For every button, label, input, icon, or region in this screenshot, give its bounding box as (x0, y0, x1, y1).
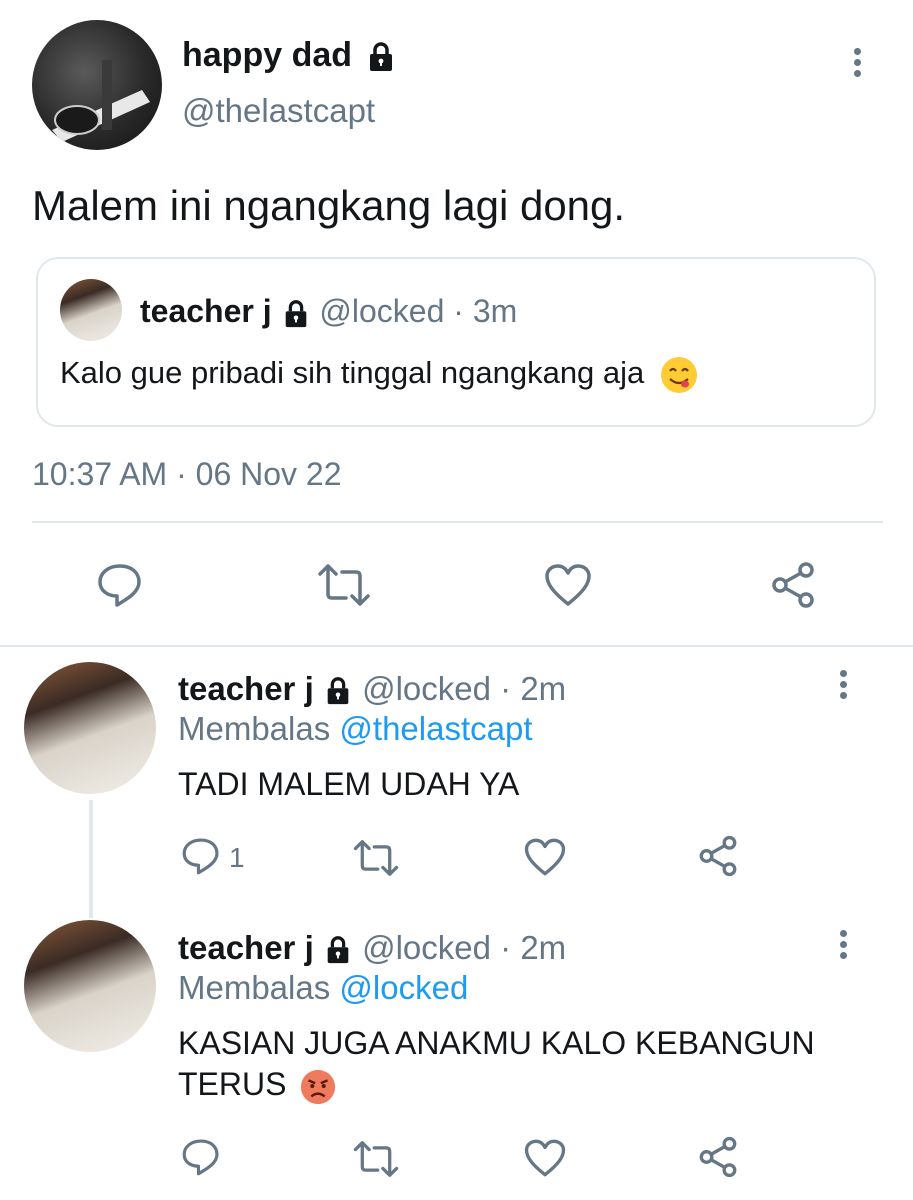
reply-avatar[interactable] (24, 920, 156, 1052)
heart-icon[interactable] (543, 562, 593, 608)
reply-display-name[interactable]: teacher j (178, 670, 314, 707)
reply-user-row: teacher j @locked · 2m (178, 929, 566, 967)
retweet-icon[interactable] (316, 562, 372, 608)
replying-to-link[interactable]: @thelastcapt (339, 710, 532, 747)
yum-emoji-icon (659, 355, 699, 395)
reply-text-line-1: KASIAN JUGA ANAKMU KALO KEBANGUN (178, 1025, 815, 1061)
lock-icon (323, 935, 353, 965)
quoted-time: · 3m (453, 293, 518, 329)
quoted-user-row: teacher j @locked · 3m (140, 293, 517, 330)
more-vertical-icon[interactable] (840, 670, 847, 703)
replying-to-link[interactable]: @locked (339, 969, 468, 1006)
reply-count: 1 (229, 842, 245, 873)
main-handle[interactable]: @thelastcapt (182, 92, 375, 130)
main-user-row: happy dad (182, 36, 397, 75)
replying-prefix: Membalas (178, 969, 331, 1006)
quoted-text-row: Kalo gue pribadi sih tinggal ngangkang a… (60, 355, 699, 395)
replying-to-row: Membalas @locked (178, 969, 468, 1007)
share-icon[interactable] (696, 1135, 740, 1179)
reply-handle[interactable]: @locked (362, 670, 491, 707)
reply-time: · 2m (500, 929, 567, 966)
more-vertical-icon[interactable] (854, 48, 861, 81)
retweet-icon[interactable] (352, 1139, 400, 1179)
quoted-handle: @locked (319, 293, 445, 329)
replying-prefix: Membalas (178, 710, 331, 747)
reply-bubble-icon[interactable] (180, 835, 222, 877)
reply-text-line-2: TERUS (178, 1066, 287, 1102)
divider (0, 645, 913, 647)
reply-user-row: teacher j @locked · 2m (178, 670, 566, 708)
retweet-icon[interactable] (352, 838, 400, 878)
heart-icon[interactable] (523, 1137, 567, 1179)
main-timestamp: 10:37 AM · 06 Nov 22 (32, 456, 342, 492)
lock-icon (365, 41, 397, 73)
main-display-name[interactable]: happy dad (182, 36, 352, 74)
quoted-text: Kalo gue pribadi sih tinggal ngangkang a… (60, 355, 645, 391)
thread-line (89, 800, 93, 918)
divider (32, 521, 883, 523)
guitar-image (52, 60, 150, 142)
quoted-display-name: teacher j (140, 293, 272, 329)
reply-handle[interactable]: @locked (362, 929, 491, 966)
reply-bubble-icon[interactable] (180, 1136, 222, 1178)
lock-icon (281, 299, 311, 329)
main-avatar[interactable] (32, 20, 162, 150)
reply-display-name[interactable]: teacher j (178, 929, 314, 966)
share-icon[interactable] (768, 560, 818, 610)
lock-icon (323, 676, 353, 706)
heart-icon[interactable] (523, 836, 567, 878)
angry-face-emoji-icon (299, 1068, 337, 1106)
more-vertical-icon[interactable] (840, 930, 847, 963)
reply-time: · 2m (500, 670, 567, 707)
share-icon[interactable] (696, 834, 740, 878)
quoted-avatar[interactable] (60, 279, 122, 341)
reply-bubble-icon[interactable] (95, 560, 145, 610)
replying-to-row: Membalas @thelastcapt (178, 710, 533, 748)
reply-avatar[interactable] (24, 662, 156, 794)
reply-text: TADI MALEM UDAH YA (178, 766, 520, 802)
reply-text-line-2-row: TERUS (178, 1066, 337, 1106)
quoted-tweet-card[interactable]: teacher j @locked · 3m Kalo gue pribadi … (36, 257, 876, 427)
main-tweet-text: Malem ini ngangkang lagi dong. (32, 182, 626, 229)
